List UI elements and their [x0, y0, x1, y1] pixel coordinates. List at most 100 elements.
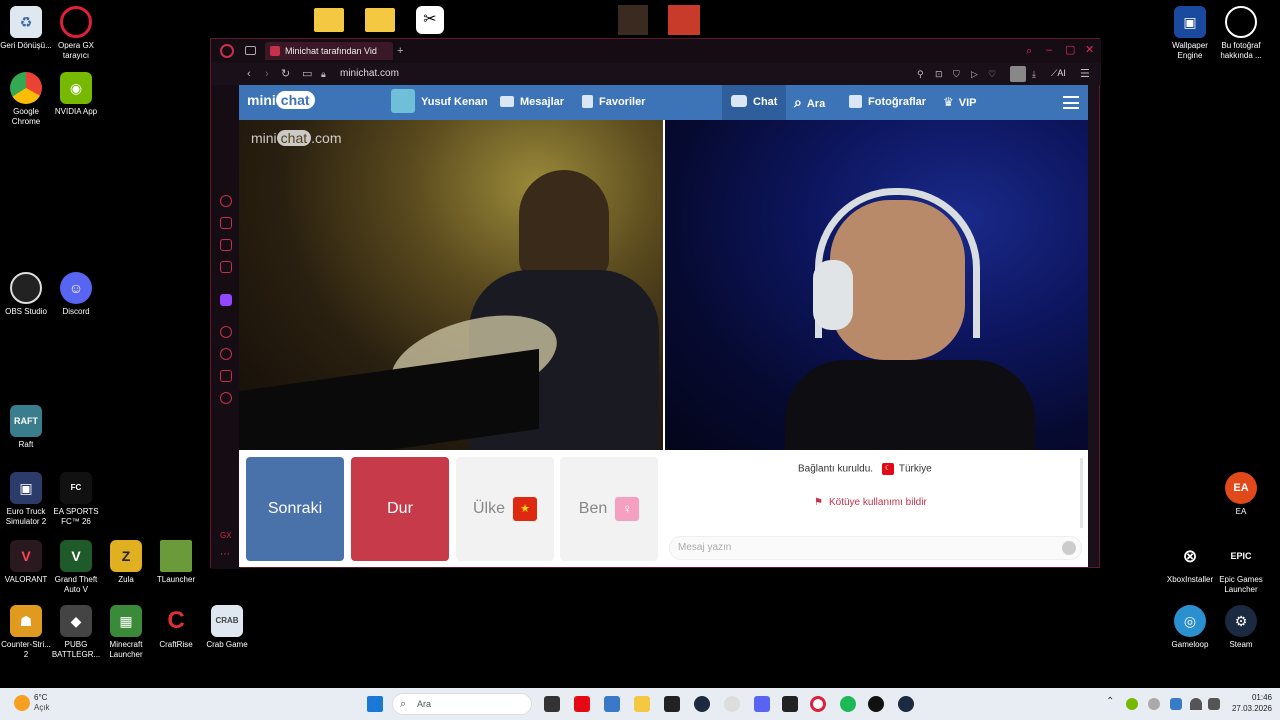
terminal-icon[interactable] [782, 696, 798, 712]
explorer-icon[interactable] [634, 696, 650, 712]
add-icon[interactable] [220, 326, 232, 338]
nav-favorites[interactable]: Favoriler [582, 85, 645, 120]
nav-user[interactable]: Yusuf Kenan [391, 85, 488, 120]
wallpaper-engine-icon[interactable]: ▣ Wallpaper Engine [1164, 6, 1216, 61]
craftrise-icon[interactable]: C CraftRise [150, 605, 202, 650]
message-input[interactable]: Mesaj yazın [669, 536, 1082, 560]
settings-icon[interactable] [220, 392, 232, 404]
crop-icon[interactable]: ⊡ [935, 67, 943, 81]
nvidia-app-icon[interactable]: ◉ NVIDIA App [50, 72, 102, 117]
folder-icon[interactable] [314, 8, 344, 32]
opera-gx-icon[interactable]: Opera GX tarayıcı [50, 6, 102, 61]
search-tabs-icon[interactable]: ⌕ [1026, 44, 1032, 58]
clock-icon[interactable] [220, 348, 232, 360]
country-button[interactable]: Ülke ★ [456, 457, 554, 561]
xbox-taskbar-icon[interactable] [724, 696, 740, 712]
discord-taskbar-icon[interactable] [754, 696, 770, 712]
minimize-button[interactable]: – [1046, 43, 1052, 57]
emoji-icon[interactable] [1062, 541, 1076, 555]
nav-search[interactable]: ⌕ Ara [794, 85, 825, 120]
new-tab-button[interactable]: + [397, 44, 403, 58]
pin-icon[interactable]: ⚲ [917, 67, 924, 81]
obs-studio-icon[interactable]: OBS Studio [0, 272, 52, 317]
chat-scrollbar[interactable] [1080, 458, 1083, 528]
calculator-icon[interactable] [604, 696, 620, 712]
warning-icon[interactable] [220, 217, 232, 229]
nav-vip[interactable]: ♛ VIP [943, 85, 977, 120]
rust-icon[interactable] [668, 5, 700, 35]
minecraft-launcher-icon[interactable]: ▦ Minecraft Launcher [100, 605, 152, 660]
maximize-button[interactable]: ▢ [1065, 43, 1075, 57]
task-view-icon[interactable] [544, 696, 560, 712]
chrome-icon[interactable]: Google Chrome [0, 72, 52, 127]
ea-fc-icon[interactable]: FC EA SPORTS FC™ 26 [50, 472, 102, 527]
folder-icon[interactable] [365, 8, 395, 32]
counter-strike-icon[interactable]: ☗ Counter-Stri... 2 [0, 605, 52, 660]
chat-icon[interactable] [220, 239, 232, 251]
hamburger-menu-icon[interactable] [1063, 96, 1079, 109]
url-field[interactable]: minichat.com [340, 68, 399, 79]
extensions-icon[interactable] [220, 370, 232, 382]
ai-button[interactable]: ⟋AI [1051, 68, 1066, 79]
gx-icon[interactable]: GX [220, 531, 232, 540]
game-shortcut-icon[interactable] [618, 5, 648, 35]
crab-game-icon[interactable]: CRAB Crab Game [201, 605, 253, 650]
raft-icon[interactable]: RAFT Raft [0, 405, 52, 450]
heart-icon[interactable]: ♡ [988, 67, 996, 81]
gameloop-icon[interactable]: ◎ Gameloop [1164, 605, 1216, 650]
xbox-installer-icon[interactable]: ⊗ XboxInstaller [1164, 540, 1216, 585]
history-icon[interactable] [220, 195, 232, 207]
epic-taskbar-icon[interactable] [664, 696, 680, 712]
play-icon[interactable]: ▷ [971, 67, 978, 81]
clock[interactable]: 01:46 27.03.2026 [1228, 692, 1272, 714]
nav-chat[interactable]: Chat [722, 85, 786, 120]
reload-icon[interactable]: ↻ [281, 67, 290, 81]
start-button-icon[interactable] [367, 696, 383, 712]
recycle-bin-icon[interactable]: ♻ Geri Dönüşü... [0, 6, 52, 51]
cloud-tray-icon[interactable] [1148, 698, 1160, 710]
nvidia-tray-icon[interactable] [1126, 698, 1138, 710]
gta-v-icon[interactable]: V Grand Theft Auto V [50, 540, 102, 595]
back-icon[interactable]: ‹ [247, 67, 251, 81]
tab-manager-icon[interactable] [245, 46, 256, 55]
download-icon[interactable]: ⤓ [1032, 67, 1036, 81]
report-link[interactable]: ⚑ Kötüye kullanımı bildir [814, 497, 927, 508]
onedrive-tray-icon[interactable] [1170, 698, 1182, 710]
game-taskbar-icon[interactable] [868, 696, 884, 712]
forward-icon[interactable]: › [265, 67, 269, 81]
me-button[interactable]: Ben ♀ [560, 457, 658, 561]
epic-games-icon[interactable]: EPIC Epic Games Launcher [1215, 540, 1267, 595]
menu-icon[interactable]: ☰ [1080, 67, 1090, 81]
snapshot-icon[interactable]: ▭ [302, 67, 312, 81]
player-icon[interactable] [220, 261, 232, 273]
pubg-icon[interactable]: ◆ PUBG BATTLEGR... [50, 605, 102, 660]
zula-icon[interactable]: Z Zula [100, 540, 152, 585]
opera-logo-icon[interactable] [220, 44, 234, 58]
shield-icon[interactable]: ⛉ [953, 67, 960, 81]
weather-widget[interactable]: 6°C Açık [12, 693, 72, 717]
nav-photos[interactable]: Fotoğraflar [849, 85, 926, 120]
volume-tray-icon[interactable] [1208, 698, 1220, 710]
profile-avatar[interactable] [1010, 66, 1026, 82]
close-button[interactable]: ✕ [1085, 43, 1094, 57]
spotify-icon[interactable] [840, 696, 856, 712]
opera-taskbar-icon[interactable] [810, 696, 826, 712]
ea-icon[interactable]: EA EA [1215, 472, 1267, 517]
tlauncher-icon[interactable]: TLauncher [150, 540, 202, 585]
tray-chevron-icon[interactable]: ⌃ [1106, 696, 1114, 707]
netflix-icon[interactable] [574, 696, 590, 712]
about-photo-icon[interactable]: Bu fotoğraf hakkında ... [1215, 6, 1267, 61]
steam-taskbar-icon-2[interactable] [898, 696, 914, 712]
twitch-icon[interactable] [220, 294, 232, 306]
tab-minichat[interactable]: Minichat tarafından Vid [265, 42, 393, 60]
nav-messages[interactable]: Mesajlar [500, 85, 564, 120]
capcut-icon[interactable]: ✂ [416, 6, 444, 34]
more-icon[interactable]: ⋯ [220, 549, 230, 560]
stop-button[interactable]: Dur [351, 457, 449, 561]
euro-truck-icon[interactable]: ▣ Euro Truck Simulator 2 [0, 472, 52, 527]
wifi-tray-icon[interactable] [1190, 698, 1202, 710]
minichat-logo[interactable]: mini chat [247, 91, 315, 109]
taskbar-search[interactable]: ⌕ Ara [392, 693, 532, 715]
discord-icon[interactable]: ☺ Discord [50, 272, 102, 317]
next-button[interactable]: Sonraki [246, 457, 344, 561]
